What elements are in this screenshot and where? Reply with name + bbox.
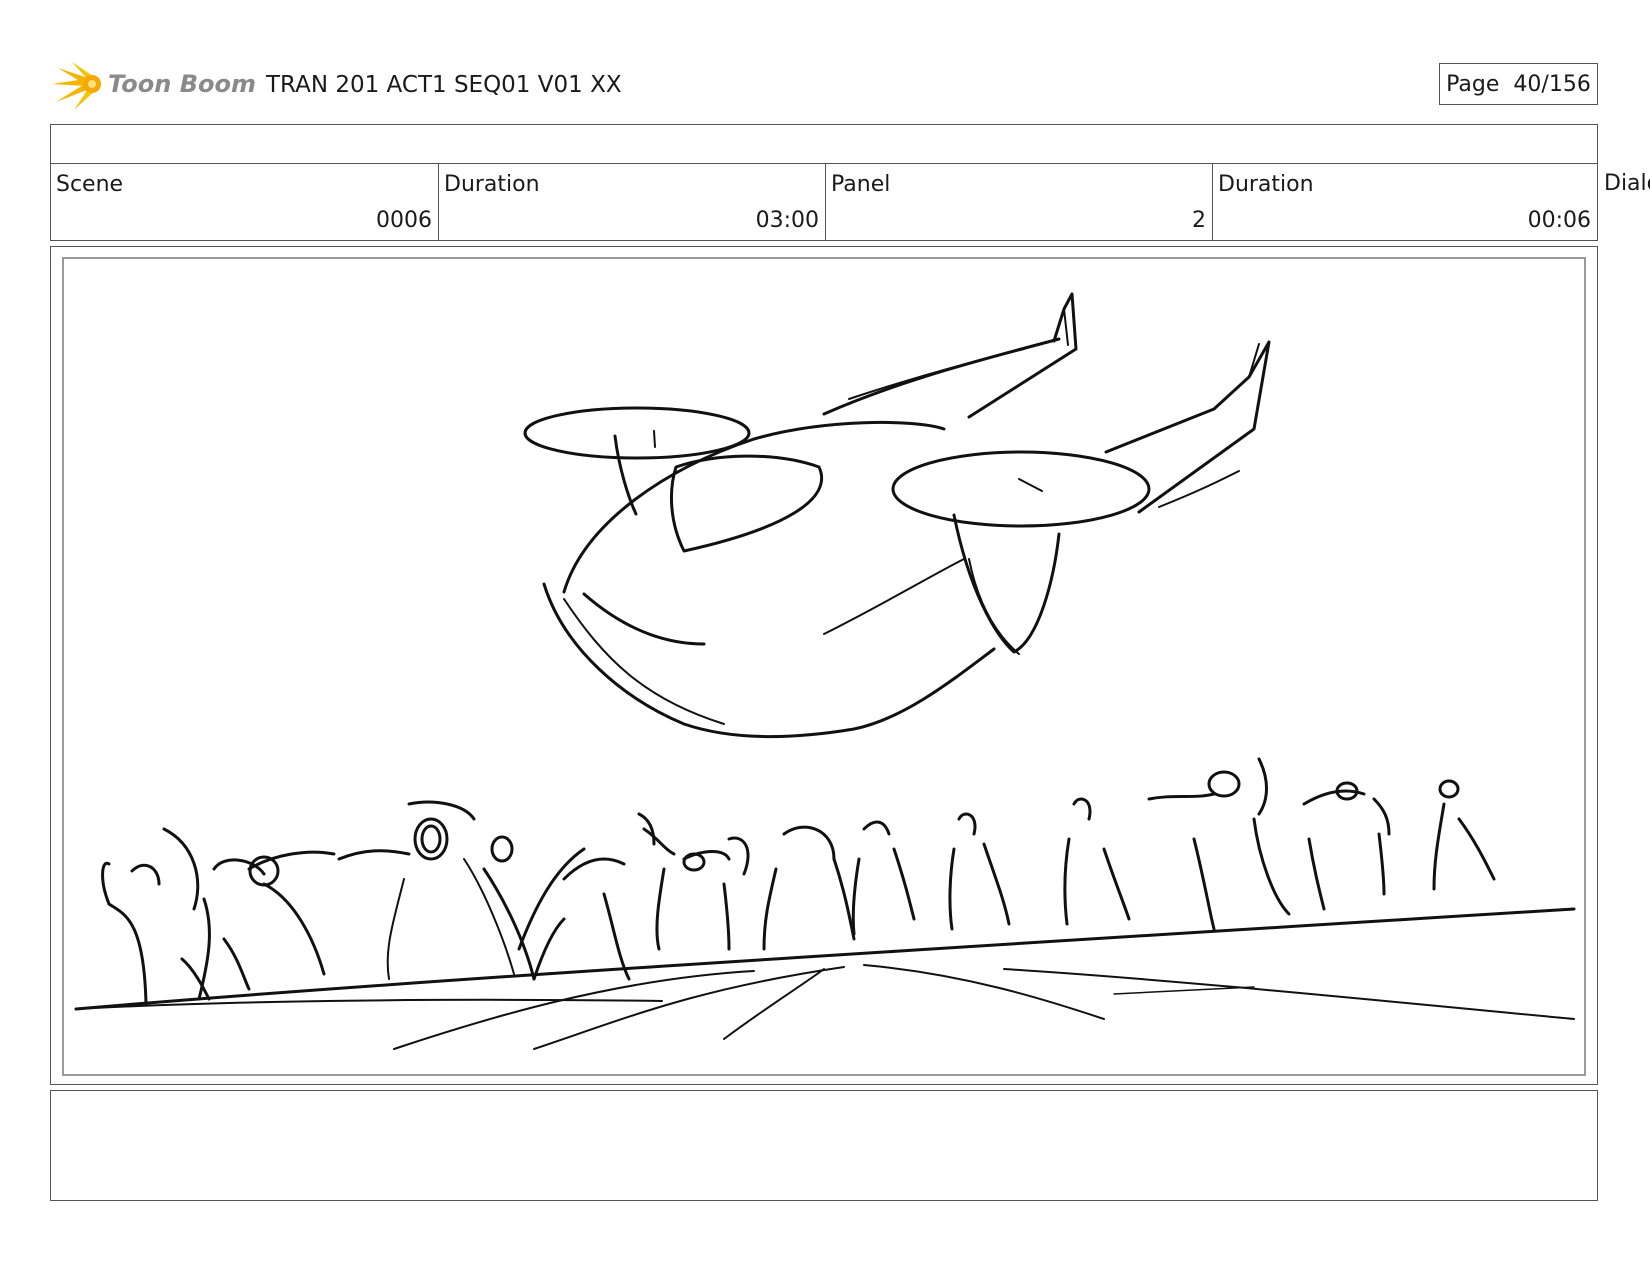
- panel-frame: [50, 246, 1598, 1085]
- panel-duration-cell: Duration 00:06: [1213, 164, 1597, 240]
- logo-text: Toon Boom: [108, 70, 256, 98]
- panel-label: Panel: [831, 172, 891, 197]
- panel-image: [62, 257, 1586, 1076]
- dialog-label-cut-off: Dialo: [1604, 171, 1650, 196]
- toon-boom-logo: Toon Boom: [52, 58, 256, 114]
- toon-boom-logo-icon: [52, 62, 101, 110]
- page-label: Page: [1446, 71, 1500, 97]
- scene-duration-label: Duration: [444, 172, 540, 197]
- scene-duration-value: 03:00: [755, 208, 819, 233]
- panel-info-row: Scene 0006 Duration 03:00 Panel 2 Durati…: [50, 163, 1598, 241]
- page-number: 40/156: [1513, 71, 1591, 97]
- scene-label: Scene: [56, 172, 124, 197]
- panel-value: 2: [1192, 208, 1206, 233]
- page-indicator: Page 40/156: [1439, 63, 1598, 105]
- document-title: TRAN 201 ACT1 SEQ01 V01 XX: [266, 72, 622, 98]
- scene-duration-cell: Duration 03:00: [439, 164, 825, 240]
- panel-notes-box: [50, 1090, 1598, 1201]
- sequence-title-row: [50, 124, 1598, 164]
- storyboard-sketch: [74, 292, 1576, 1050]
- panel-duration-value: 00:06: [1527, 208, 1591, 233]
- panel-duration-label: Duration: [1218, 172, 1314, 197]
- panel-cell: Panel 2: [826, 164, 1212, 240]
- scene-value: 0006: [376, 208, 432, 233]
- scene-cell: Scene 0006: [51, 164, 438, 240]
